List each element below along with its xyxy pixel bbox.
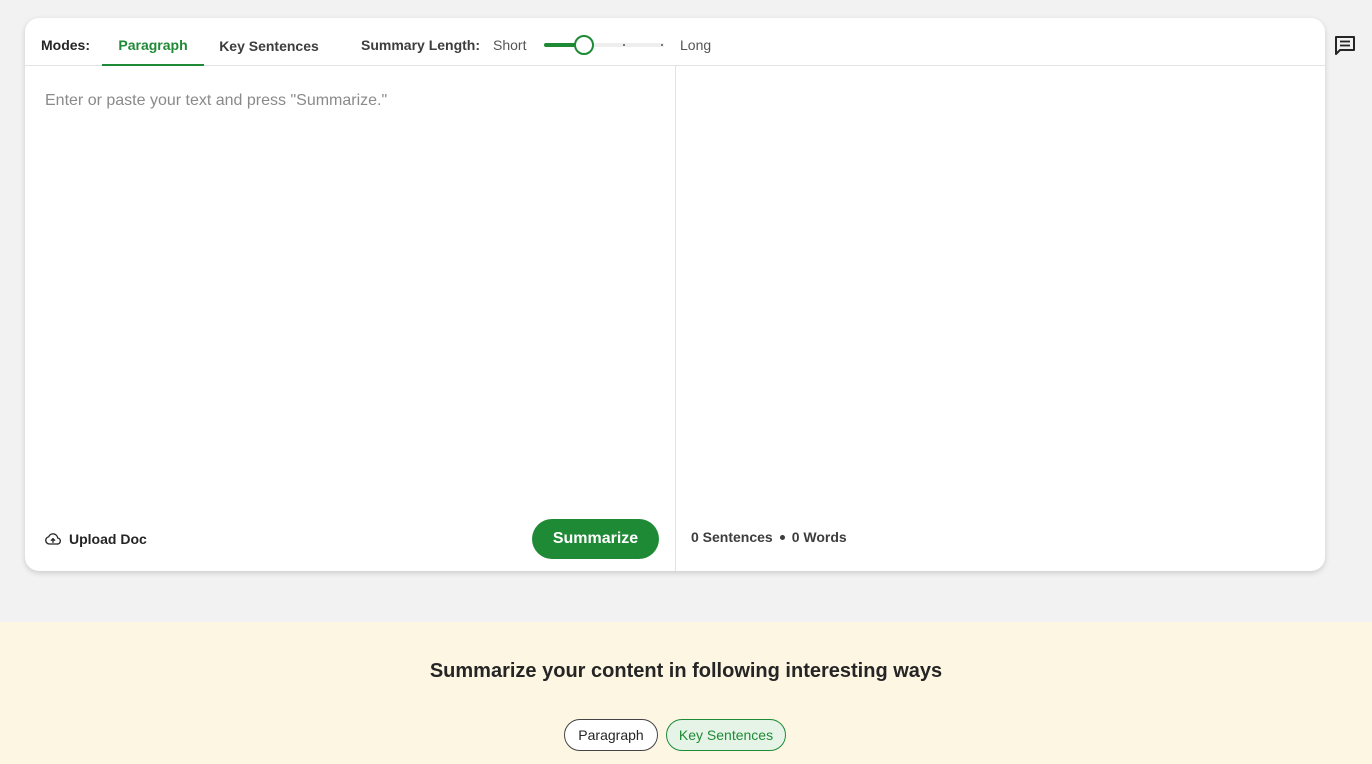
slider-tick (661, 44, 663, 46)
short-label: Short (493, 37, 527, 53)
mode-toolbar: Modes: Paragraph Key Sentences Summary L… (25, 18, 1325, 66)
tab-paragraph[interactable]: Paragraph (102, 18, 204, 66)
slider-tick (623, 44, 625, 46)
chip-paragraph[interactable]: Paragraph (564, 719, 658, 751)
long-label: Long (680, 37, 712, 53)
summary-length-label: Summary Length: (361, 37, 481, 53)
upload-doc-label: Upload Doc (69, 531, 147, 547)
bullet-separator (779, 534, 785, 540)
sentence-count: 0 Sentences (691, 529, 773, 545)
upload-doc-button[interactable]: Upload Doc (45, 528, 147, 550)
cloud-upload-icon (45, 533, 61, 545)
feedback-icon[interactable] (1334, 35, 1356, 55)
promo-title: Summarize your content in following inte… (429, 660, 943, 682)
tab-key-sentences[interactable]: Key Sentences (204, 18, 334, 66)
summary-stats: 0 Sentences 0 Words (691, 529, 847, 545)
summary-length-slider[interactable] (544, 35, 666, 55)
modes-label: Modes: (41, 37, 90, 53)
text-input[interactable]: Enter or paste your text and press "Summ… (45, 88, 655, 488)
summarize-button[interactable]: Summarize (532, 519, 659, 559)
word-count: 0 Words (791, 529, 847, 545)
chip-key-sentences[interactable]: Key Sentences (666, 719, 786, 751)
promo-section: Summarize your content in following inte… (0, 622, 1372, 764)
summarizer-card: Modes: Paragraph Key Sentences Summary L… (25, 18, 1325, 571)
pane-divider (675, 66, 676, 571)
slider-thumb[interactable] (574, 35, 594, 55)
